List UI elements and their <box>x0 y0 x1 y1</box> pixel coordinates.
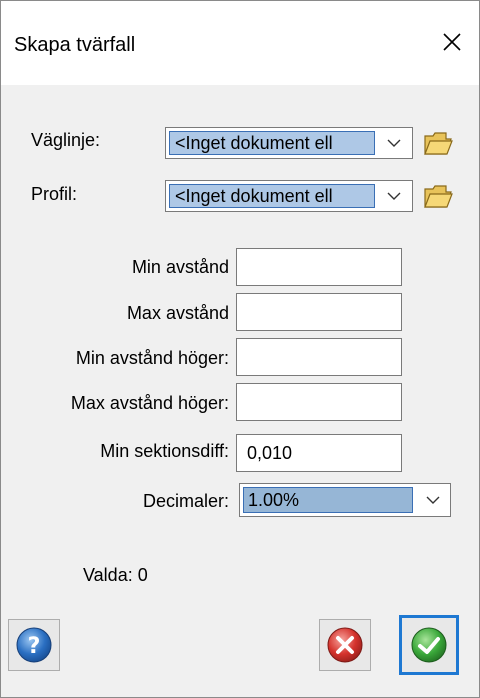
help-icon: ? <box>16 627 52 663</box>
alignment-dropdown-arrow[interactable] <box>379 131 409 155</box>
profile-selected-value: <Inget dokument ell <box>169 184 375 208</box>
alignment-selected-value: <Inget dokument ell <box>169 131 375 155</box>
help-button[interactable]: ? <box>8 619 60 671</box>
max-distance-right-field[interactable] <box>236 383 402 421</box>
max-distance-field[interactable] <box>236 293 402 331</box>
ok-check-icon <box>411 627 447 663</box>
max-distance-right-label: Max avstånd höger: <box>70 393 229 413</box>
ok-button[interactable] <box>399 615 459 675</box>
profile-browse-button[interactable] <box>419 178 457 214</box>
close-button[interactable] <box>429 19 475 65</box>
min-section-diff-label: Min sektionsdiff: <box>100 441 229 461</box>
cancel-button[interactable] <box>319 619 371 671</box>
profile-dropdown-arrow[interactable] <box>379 184 409 208</box>
chevron-down-icon <box>387 192 401 200</box>
decimals-dropdown-arrow[interactable] <box>418 487 448 513</box>
decimals-label: Decimaler: <box>142 491 229 511</box>
alignment-browse-button[interactable] <box>419 125 457 161</box>
folder-icon <box>424 185 453 208</box>
min-distance-right-label: Min avstånd höger: <box>75 348 229 368</box>
title-bar: Skapa tvärfall <box>1 1 479 85</box>
profile-dropdown[interactable]: <Inget dokument ell <box>165 180 413 212</box>
dialog-title: Skapa tvärfall <box>14 34 136 56</box>
min-section-diff-field[interactable]: 0,010 <box>236 434 402 472</box>
folder-icon <box>424 132 453 155</box>
max-distance-label: Max avstånd <box>126 303 229 323</box>
min-distance-field[interactable] <box>236 248 402 286</box>
svg-text:?: ? <box>28 634 41 659</box>
close-icon <box>443 33 461 51</box>
selected-count: Valda: 0 <box>83 565 148 585</box>
decimals-dropdown[interactable]: 1.00% <box>239 483 451 517</box>
create-crossfall-dialog: Skapa tvärfall Väglinje: <Inget dokument… <box>0 0 480 698</box>
alignment-label: Väglinje: <box>31 130 101 150</box>
min-distance-right-field[interactable] <box>236 338 402 376</box>
cancel-icon <box>327 627 363 663</box>
chevron-down-icon <box>387 139 401 147</box>
chevron-down-icon <box>426 496 440 504</box>
min-distance-label: Min avstånd <box>131 257 229 277</box>
profile-label: Profil: <box>31 184 78 204</box>
alignment-dropdown[interactable]: <Inget dokument ell <box>165 127 413 159</box>
decimals-selected-value: 1.00% <box>243 487 413 513</box>
